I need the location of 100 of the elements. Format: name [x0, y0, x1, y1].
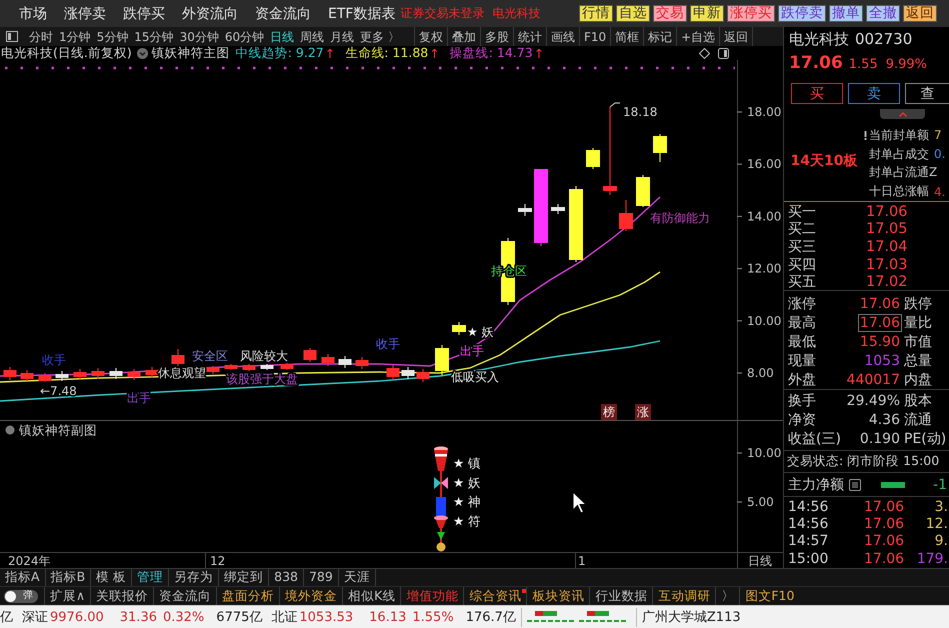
candle [636, 174, 650, 208]
stat-label: 流通 [903, 411, 933, 430]
stock-code: 002730 [855, 30, 912, 48]
quick-button[interactable]: 行情 [579, 5, 613, 22]
period-tab[interactable]: 更多 〉 [360, 30, 400, 42]
quick-button[interactable]: 申新 [690, 5, 724, 22]
chart-annotation: 风险较大 [240, 349, 288, 363]
list-icon[interactable] [849, 478, 861, 490]
cursor-icon [572, 490, 588, 514]
dropdown-icon[interactable] [136, 48, 148, 58]
price-tick-label: 16.00 [747, 157, 782, 172]
tick-price: 17.06 [864, 533, 904, 550]
quick-button[interactable]: 撤单 [829, 5, 863, 22]
period-tab[interactable]: 日线 [270, 30, 294, 42]
candle [110, 368, 122, 380]
bid-price: 17.06 [866, 204, 908, 220]
stat-value: 17.06 [858, 295, 901, 314]
cup-icon [434, 446, 448, 471]
candle [260, 364, 274, 370]
legend-label: 中线趋势: 9.27 [236, 44, 324, 62]
toolbar-button[interactable]: 标记 [644, 27, 678, 46]
circle-icon[interactable] [6, 426, 14, 434]
signal-label: ★ 神 [453, 494, 482, 510]
stat-label: 收益(三) [788, 430, 841, 448]
toolbar-button[interactable]: 统计 [514, 27, 547, 46]
popup-toggle[interactable]: 弹 [4, 590, 38, 602]
indicator-name[interactable]: 镇妖神符主图 [152, 44, 230, 62]
stock-name-label: 电光科技 [492, 5, 540, 22]
menu-item[interactable]: 跌停买 [123, 4, 165, 22]
period-tab[interactable]: 30分钟 [180, 30, 219, 42]
tick-time: 14:57 [788, 533, 830, 550]
candle [619, 200, 633, 232]
toolbar-button[interactable]: 复权 [414, 27, 448, 46]
candle [206, 366, 220, 374]
menu-item[interactable]: 市场 [19, 4, 47, 22]
chart-annotation: 出手 [127, 391, 151, 405]
seal-label: 封单占成交 [869, 146, 929, 163]
bid-label: 买二 [788, 220, 817, 238]
tick-volume: 179. [916, 550, 949, 567]
query-button[interactable]: 查 [905, 83, 949, 104]
period-tab[interactable]: 60分钟 [224, 30, 264, 42]
signal-label: ★ 符 [453, 513, 482, 528]
stat-label: 最低 [788, 332, 816, 351]
period-tab[interactable]: 周线 [300, 30, 324, 42]
period-tab[interactable]: 15分钟 [134, 30, 174, 42]
buy-button[interactable]: 买 [791, 83, 843, 104]
block-icon [436, 497, 446, 516]
quick-button[interactable]: 自选 [616, 5, 650, 22]
menu-item[interactable]: 资金流向 [255, 4, 311, 22]
market-bars-icon [578, 610, 626, 624]
stat-value: 1053 [863, 352, 901, 370]
diamond-icon[interactable] [699, 48, 710, 58]
chart-annotation: ★ 妖 [467, 325, 494, 339]
sell-button[interactable]: 卖 [848, 83, 900, 104]
candle [242, 364, 256, 372]
bid-label: 买五 [788, 273, 817, 292]
quick-button[interactable]: 返回 [903, 5, 937, 22]
indicator-tick-label: 5.00 [747, 495, 774, 509]
bid-price: 17.05 [866, 221, 908, 238]
last-price: 17.06 [789, 52, 843, 75]
quick-button[interactable]: 跌停卖 [778, 5, 826, 22]
menu-item[interactable]: 外资流向 [182, 4, 238, 22]
candle [402, 366, 414, 380]
seal-label: 当前封单额 [869, 126, 929, 144]
quick-button[interactable]: 全撤 [866, 5, 900, 22]
menu-item[interactable]: 涨停卖 [64, 4, 106, 22]
stat-value: 29.49% [846, 392, 901, 410]
layout-icon[interactable] [718, 48, 729, 58]
tick-volume: 12. [926, 516, 949, 532]
price-tick-label: 14.00 [747, 209, 782, 224]
chart-annotation: 收手 [376, 337, 400, 351]
flow-bar [881, 482, 905, 488]
candle [452, 322, 466, 336]
period-tab[interactable]: 1分钟 [59, 30, 91, 42]
period-tab[interactable]: 5分钟 [96, 30, 128, 42]
chart-annotation: 低吸买入 [451, 370, 499, 384]
menu-item[interactable]: ETF数据表 [328, 4, 396, 22]
stat-label: 股本 [903, 392, 933, 410]
toolbar-button[interactable]: 多股 [480, 27, 514, 46]
flow-value: -1 [933, 476, 948, 492]
tick-time: 14:56 [788, 498, 830, 515]
collapse-tab[interactable] [880, 109, 925, 119]
index-percent: 0.32% [162, 610, 204, 624]
toolbar-button[interactable]: +自选 [677, 27, 720, 46]
toolbar-button[interactable]: 简框 [611, 27, 644, 46]
toolbar-button[interactable]: 返回 [720, 27, 754, 46]
low-price-label: ←7.48 [40, 384, 77, 398]
toolbar-button[interactable]: 叠加 [448, 27, 481, 46]
seal-value: 0. [934, 147, 946, 162]
panel-toggle-icon[interactable] [6, 31, 18, 42]
toolbar-button[interactable]: F10 [580, 27, 612, 46]
chart-annotation: 收手 [42, 353, 66, 367]
period-tab[interactable]: 月线 [330, 30, 354, 42]
index-value: 9976.00 [50, 610, 104, 624]
tick-price: 17.06 [864, 550, 904, 567]
candle [38, 372, 52, 382]
toolbar-button[interactable]: 画线 [546, 27, 580, 46]
seal-label: 十日总涨幅 [869, 183, 929, 200]
limit-streak: 14天10板 [790, 152, 858, 170]
period-tab[interactable]: 分时 [29, 30, 53, 42]
